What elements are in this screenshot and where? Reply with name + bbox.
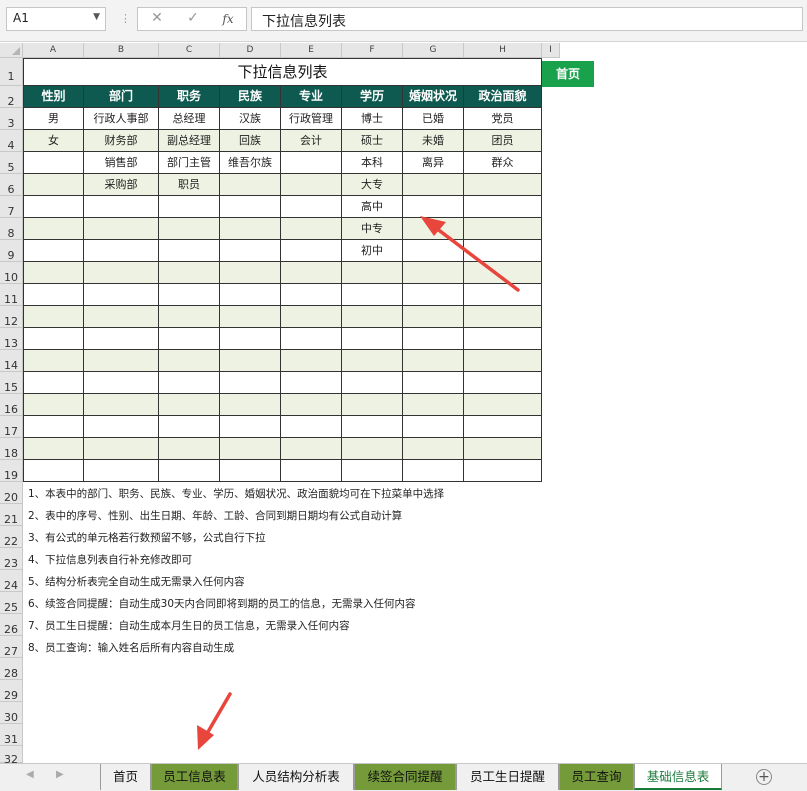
sheet-tab-3[interactable]: 续签合同提醒 (354, 764, 456, 790)
arrow-icon (197, 692, 232, 750)
tab-scroll-left-icon[interactable]: ◀ (26, 769, 34, 780)
annotation-arrows (197, 216, 520, 750)
sheet-tab-0[interactable]: 首页 (100, 764, 151, 790)
sheet-tab-6[interactable]: 基础信息表 (634, 764, 722, 790)
arrow-icon (420, 216, 520, 292)
sheet-tab-4[interactable]: 员工生日提醒 (456, 764, 559, 790)
sheet-tab-2[interactable]: 人员结构分析表 (238, 764, 354, 790)
sheet-tab-5[interactable]: 员工查询 (559, 764, 634, 790)
sheet-tab-1[interactable]: 员工信息表 (151, 764, 238, 790)
add-sheet-icon[interactable]: + (756, 769, 772, 785)
tab-scroll-right-icon[interactable]: ▶ (56, 769, 64, 780)
